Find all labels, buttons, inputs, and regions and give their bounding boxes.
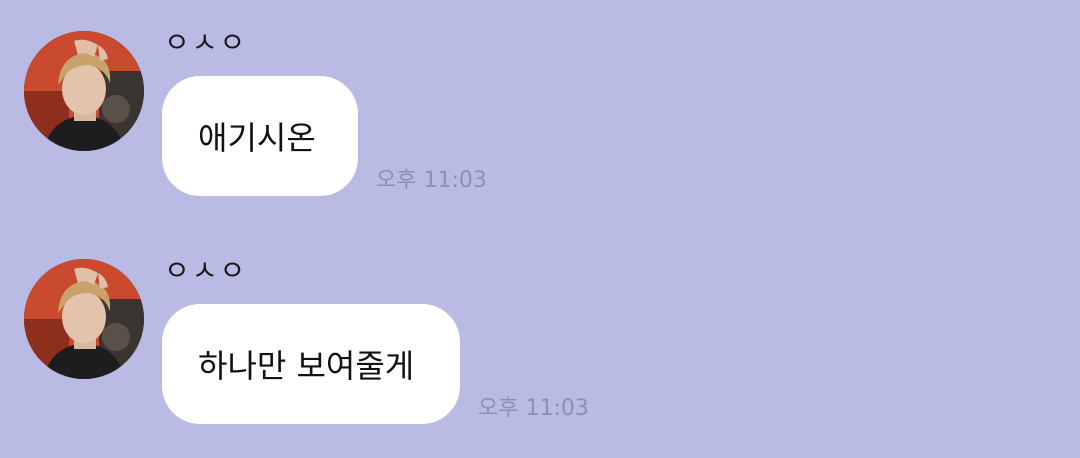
message-text: 애기시온 [198, 119, 316, 157]
message-bubble[interactable]: 하나만 보여줄게 [162, 304, 460, 424]
profile-photo-icon [24, 31, 144, 151]
chat-message: ㅇㅅㅇ 하나만 보여줄게 오후 11:03 [0, 228, 1080, 428]
sender-avatar[interactable] [24, 31, 144, 151]
profile-photo-icon [24, 259, 144, 379]
message-bubble[interactable]: 애기시온 [162, 76, 358, 196]
chat-message: ㅇㅅㅇ 애기시온 오후 11:03 [0, 0, 1080, 200]
message-timestamp: 오후 11:03 [478, 396, 589, 421]
sender-avatar[interactable] [24, 259, 144, 379]
sender-name: ㅇㅅㅇ [164, 254, 248, 287]
message-text: 하나만 보여줄게 [198, 347, 415, 385]
message-timestamp: 오후 11:03 [376, 168, 487, 193]
sender-name: ㅇㅅㅇ [164, 26, 248, 59]
